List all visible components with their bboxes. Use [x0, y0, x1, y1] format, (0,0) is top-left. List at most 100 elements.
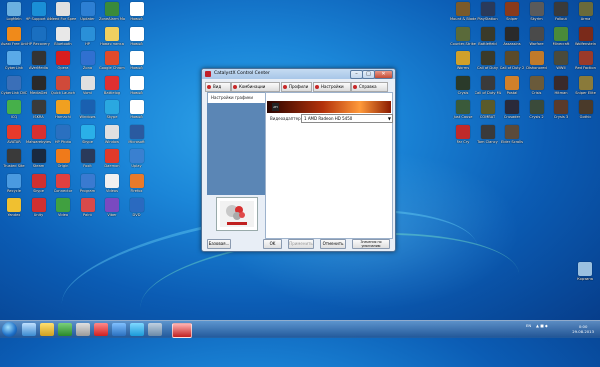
icon-label: Новый: [130, 17, 143, 21]
app-icon: [554, 75, 568, 90]
icon-label: Far Cry: [456, 139, 470, 144]
icon-label: AVATAR: [7, 139, 21, 144]
menu-profiles[interactable]: Профили: [281, 82, 312, 92]
language-indicator[interactable]: EN: [526, 323, 531, 328]
desktop-icon[interactable]: Elder Scrolls: [499, 124, 525, 155]
app-icon: [480, 75, 495, 90]
icon-label: AVerMedia: [29, 66, 48, 70]
icon-label: Connector: [53, 188, 73, 193]
icon-label: MediaGet: [29, 90, 48, 95]
start-button[interactable]: [2, 322, 17, 337]
app-icon: [105, 149, 119, 163]
icon-label: Elder Scrolls: [500, 139, 524, 144]
app-icon: [456, 2, 470, 16]
app-icon: [56, 26, 70, 41]
app-icon: [31, 2, 46, 16]
yandex-icon[interactable]: [94, 323, 108, 336]
taskbar: EN ▲ ■ ◆ 0:00 29.08.2013: [0, 320, 600, 338]
desktop-icon[interactable]: Yandex: [1, 198, 27, 228]
app-icon: [31, 100, 46, 114]
icon-label: Crysis 2: [529, 115, 544, 119]
icon-label: Call of Duty MW: [474, 90, 501, 95]
icon-label: Daemon: [104, 164, 120, 168]
desktop-icon[interactable]: Viber: [99, 198, 125, 228]
explorer-icon[interactable]: [22, 323, 36, 336]
app-icon: [56, 173, 70, 188]
app-icon: [31, 124, 46, 139]
folder-icon[interactable]: [40, 323, 54, 336]
desktop-icon[interactable]: Video: [50, 198, 76, 228]
app-icon: [505, 100, 519, 114]
icon-label: Hitman: [554, 90, 568, 95]
app-icon: [56, 2, 70, 16]
menu-settings[interactable]: Настройки: [313, 82, 351, 92]
app-icon: [129, 100, 144, 114]
skype-icon[interactable]: [130, 323, 144, 336]
desktop-icon[interactable]: Корзина: [572, 262, 598, 292]
tray-icons[interactable]: ▲ ■ ◆: [536, 323, 548, 328]
icon-label: Новый: [130, 115, 143, 119]
app-icon: [456, 26, 470, 41]
basic-button[interactable]: Базовая...: [207, 239, 231, 249]
app-icon: [578, 51, 593, 65]
adapter-select[interactable]: 1 AMD Radeon HD 5450 ▼: [301, 114, 393, 123]
torrent-icon[interactable]: [58, 323, 72, 336]
app-icon: [80, 198, 95, 212]
navigation-tree[interactable]: [207, 103, 265, 195]
icon-label: Bluetooth: [54, 41, 72, 46]
program-icon[interactable]: [112, 323, 126, 336]
media-icon[interactable]: [76, 323, 90, 336]
apply-button[interactable]: Применить: [288, 239, 314, 249]
app-icon: [129, 26, 144, 41]
menu-label: Настройки: [321, 84, 344, 89]
app-icon: [7, 149, 21, 163]
app-icon: [554, 51, 568, 65]
desktop-icon[interactable]: Unity: [26, 198, 52, 228]
ati-banner: ATI: [267, 101, 391, 113]
app-icon: [529, 26, 544, 41]
app-icon: [7, 124, 21, 139]
icon-label: PlayStation: [477, 17, 498, 21]
mail-icon[interactable]: [148, 323, 162, 336]
icon-label: COMBAT: [479, 115, 496, 119]
app-icon: [31, 149, 46, 163]
desktop-icon[interactable]: DVD: [124, 198, 150, 228]
icon-label: Minecraft: [552, 41, 570, 46]
desktop-icon[interactable]: Paint: [75, 198, 101, 228]
icon-label: Recycle: [7, 188, 21, 193]
icon-label: Arma: [580, 17, 591, 21]
desktop-icon[interactable]: Crysis 2: [524, 100, 550, 130]
icon-label: Need For Speed World: [50, 17, 76, 21]
app-icon: [105, 51, 119, 65]
app-icon: [129, 149, 144, 163]
menu-help[interactable]: Справка: [351, 82, 388, 92]
icon-label: Новый: [130, 90, 143, 95]
icon-label: Counter-Strike: [450, 41, 476, 46]
molecule-icon: [220, 201, 254, 227]
icon-label: Program: [79, 188, 96, 193]
catalyst-control-center-window[interactable]: CatalystX Control Center – □ ✕ Вид Комби…: [201, 68, 396, 252]
icon-label: Новый: [130, 66, 143, 70]
icon-label: Fallout: [555, 17, 567, 21]
menu-hotkeys[interactable]: Комбинации клавиш: [231, 82, 280, 97]
app-icon: [56, 51, 70, 65]
icon-label: Tom Clancy: [477, 139, 498, 144]
app-icon: [554, 100, 568, 114]
catalyst-taskbar-icon[interactable]: [172, 323, 192, 338]
cancel-button[interactable]: Отменить: [320, 239, 346, 249]
window-titlebar[interactable]: CatalystX Control Center – □ ✕: [202, 69, 395, 79]
clock[interactable]: 0:00 29.08.2013: [572, 324, 594, 334]
icon-label: CyberLink DVD: [1, 90, 27, 95]
desktop-icon[interactable]: Far Cry: [450, 124, 476, 155]
app-icon: [105, 124, 119, 139]
desktop-icon[interactable]: Tom Clancy: [475, 124, 501, 155]
icon-label: Crysis: [457, 90, 469, 95]
icon-label: Opera: [57, 66, 69, 70]
desktop-icon[interactable]: Crysis 3: [548, 100, 574, 130]
menu-view[interactable]: Вид: [205, 82, 231, 92]
desktop-icon[interactable]: Gothic: [573, 100, 599, 130]
defaults-button[interactable]: Значения по умолчанию: [352, 239, 390, 249]
icon-label: Just Cause: [453, 115, 473, 119]
close-button[interactable]: ✕: [374, 70, 393, 79]
ok-button[interactable]: OK: [263, 239, 282, 249]
